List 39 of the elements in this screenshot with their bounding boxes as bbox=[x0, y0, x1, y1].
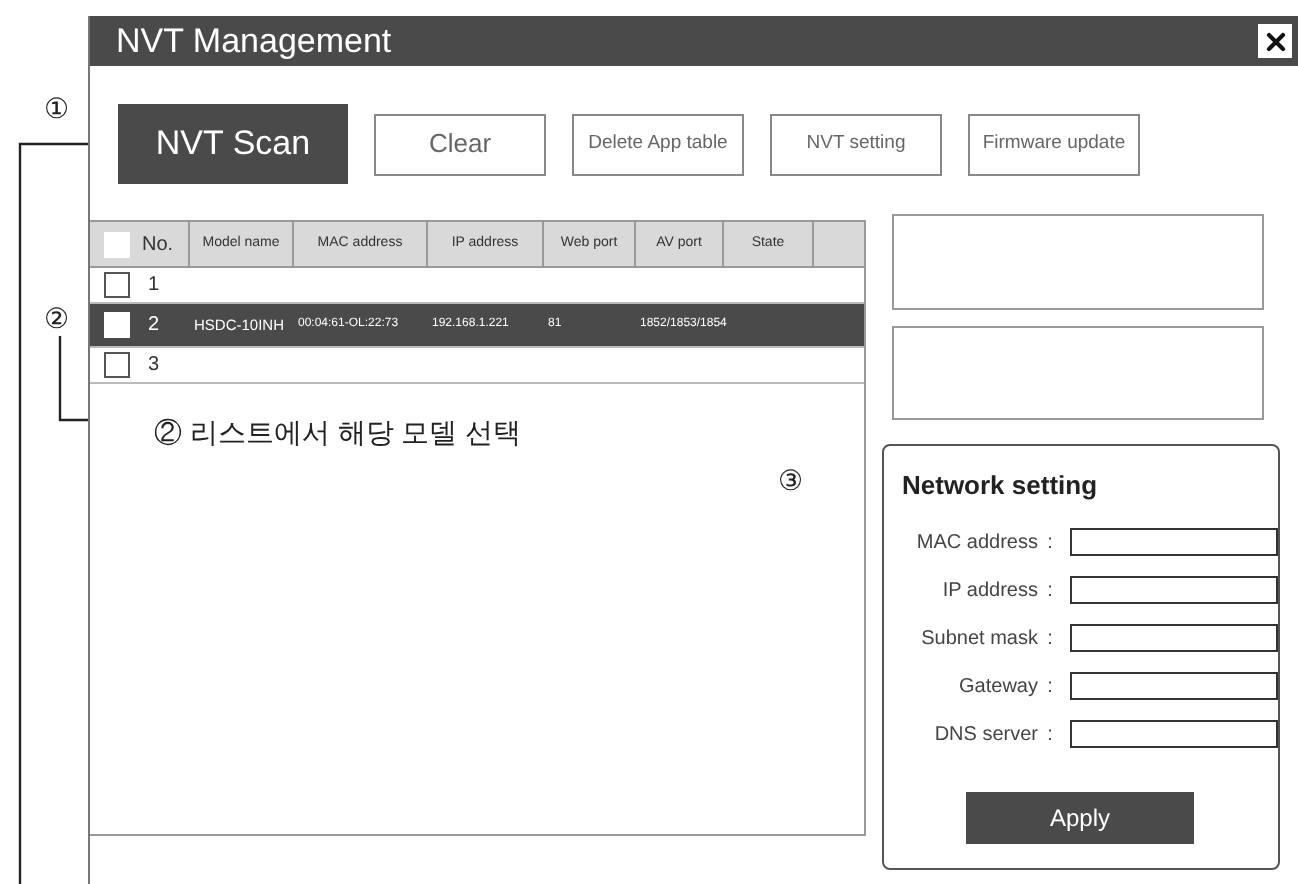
input-field[interactable] bbox=[1070, 528, 1278, 556]
panel-title: Network setting bbox=[902, 468, 1100, 504]
field-label: IP address bbox=[940, 577, 1038, 605]
table-cell-text: 2 bbox=[148, 312, 160, 340]
checkbox[interactable] bbox=[104, 231, 130, 257]
field-label: Gateway bbox=[957, 673, 1038, 701]
field-label: DNS server bbox=[932, 721, 1038, 749]
checkbox[interactable] bbox=[104, 312, 130, 338]
input-field[interactable] bbox=[1070, 672, 1278, 700]
scan-button[interactable]: NVT Scan bbox=[118, 104, 348, 184]
callout-number: ② bbox=[44, 304, 70, 332]
input-field[interactable] bbox=[1070, 576, 1278, 604]
colon: : bbox=[1045, 721, 1055, 749]
field-label: Subnet mask bbox=[919, 625, 1038, 653]
close-icon bbox=[1261, 27, 1289, 55]
callout-number: ① bbox=[44, 94, 70, 122]
checkbox[interactable] bbox=[104, 272, 130, 298]
colon: : bbox=[1045, 577, 1055, 605]
column-header: No. bbox=[142, 231, 174, 259]
window-title: NVT Management bbox=[116, 24, 392, 58]
toolbar-button[interactable]: Firmware update bbox=[968, 113, 1140, 175]
table-row[interactable]: 3 bbox=[90, 348, 864, 384]
colon: : bbox=[1045, 673, 1055, 701]
input-field[interactable] bbox=[1070, 720, 1278, 748]
callout-note: ② 리스트에서 해당 모델 선택 bbox=[154, 414, 524, 452]
colon: : bbox=[1045, 625, 1055, 653]
checkbox[interactable] bbox=[104, 352, 130, 378]
input-field[interactable] bbox=[1070, 624, 1278, 652]
callout-number: ③ bbox=[778, 466, 804, 494]
apply-button[interactable]: Apply bbox=[966, 791, 1194, 843]
toolbar-button[interactable]: Clear bbox=[374, 113, 546, 175]
toolbar-button[interactable]: Delete App table bbox=[572, 113, 744, 175]
close-button[interactable] bbox=[1258, 24, 1292, 58]
table-cell-text: 1 bbox=[148, 272, 160, 300]
field-label: MAC address bbox=[914, 529, 1038, 557]
toolbar-button[interactable]: NVT setting bbox=[770, 113, 942, 175]
table-row[interactable]: 1 bbox=[90, 268, 864, 304]
table-cell-text: 3 bbox=[148, 352, 160, 380]
colon: : bbox=[1045, 529, 1055, 557]
